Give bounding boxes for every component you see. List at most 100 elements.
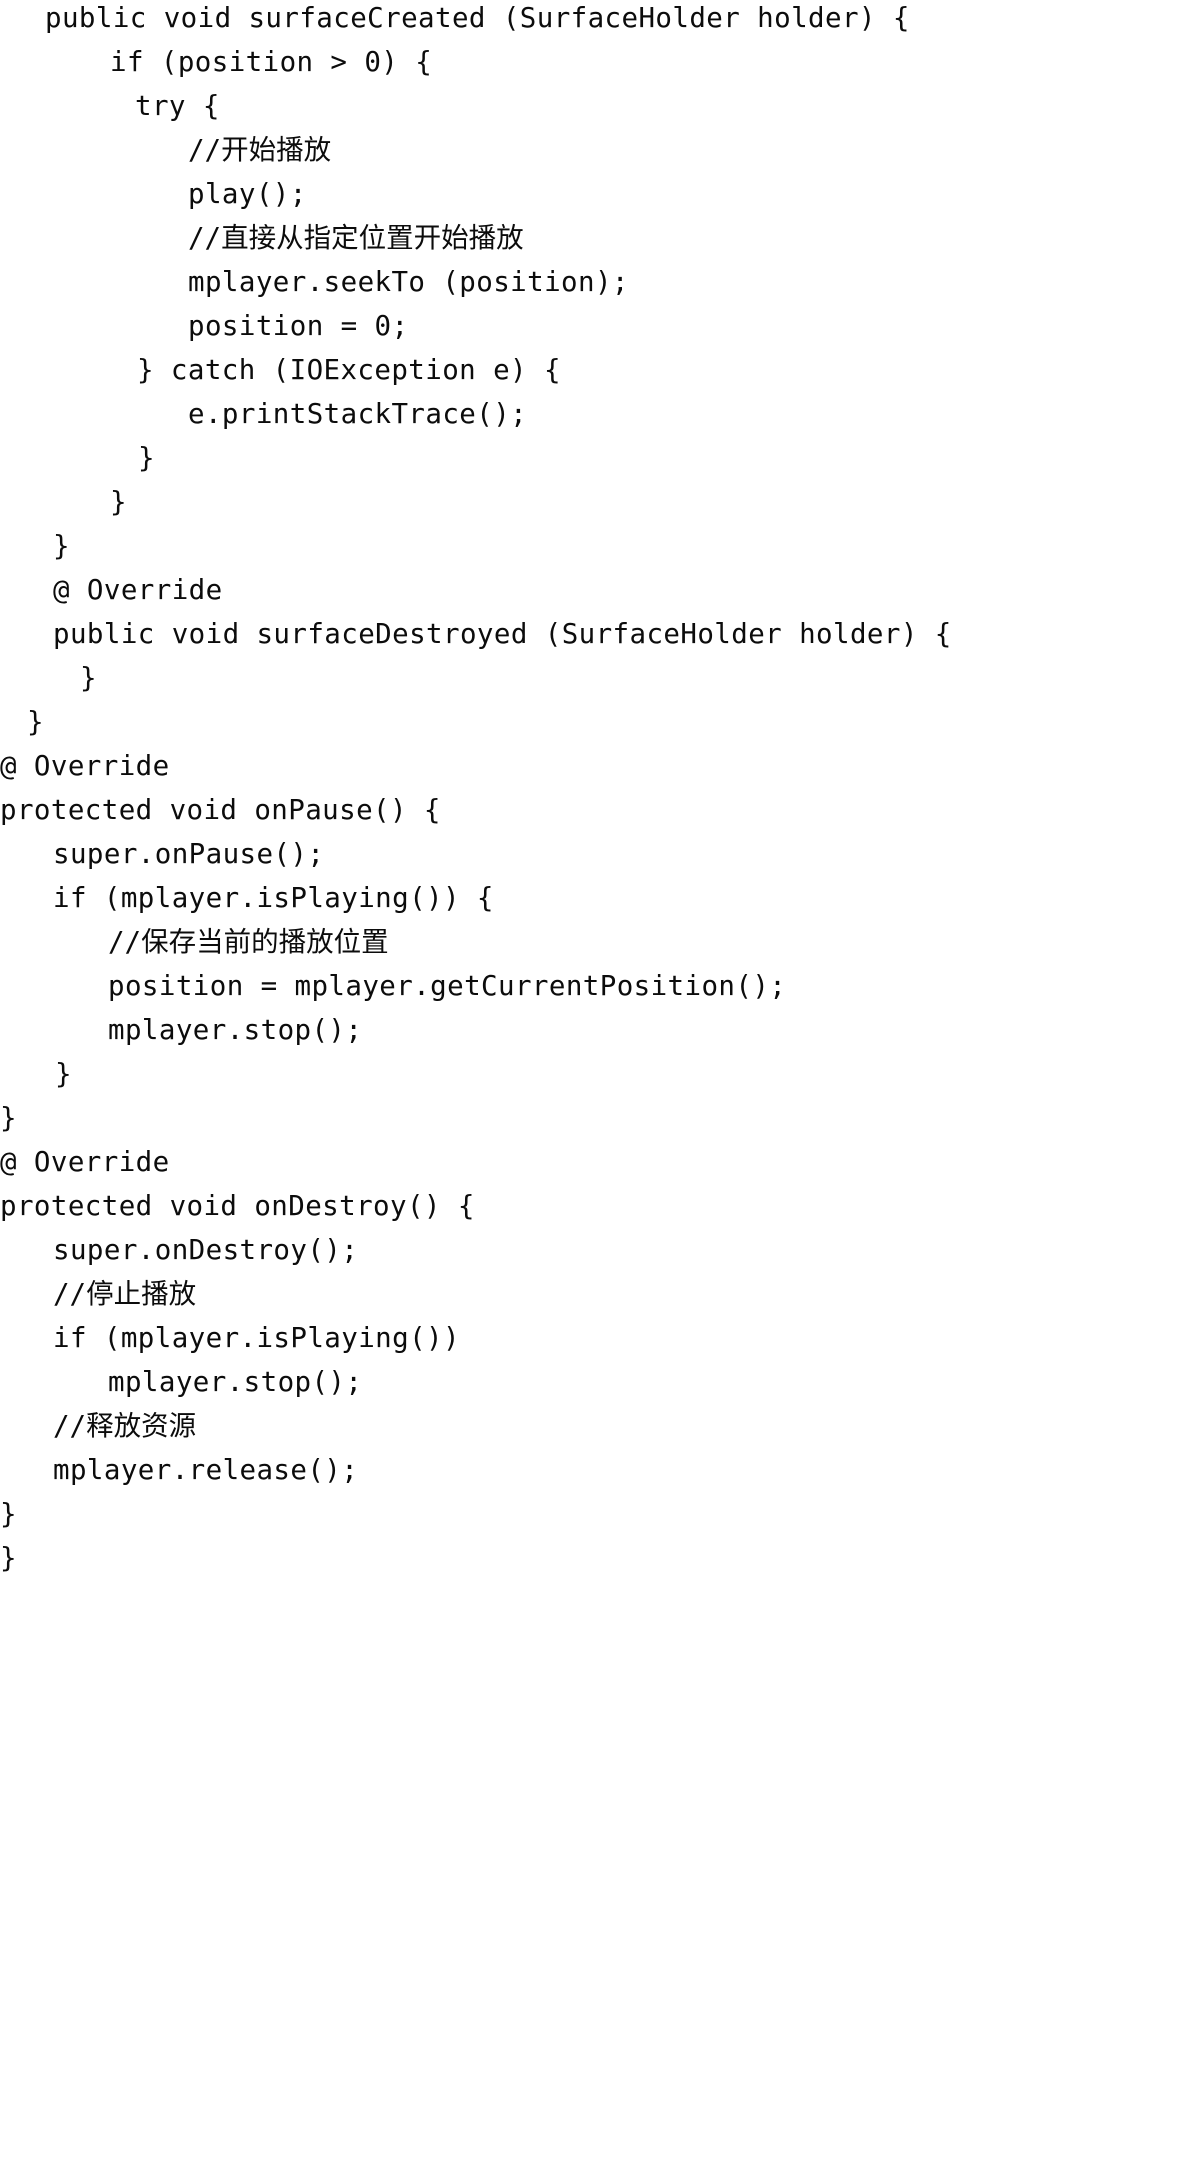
code-line: protected void onPause() { (0, 788, 1188, 832)
code-text: } (0, 1498, 17, 1530)
code-line: } (0, 700, 1188, 744)
code-text: @ Override (53, 574, 223, 606)
code-line: if (position > 0) { (0, 40, 1188, 84)
code-text: protected void onPause() { (0, 794, 441, 826)
code-text: super.onDestroy(); (53, 1234, 359, 1266)
code-text: mplayer.seekTo (position); (188, 266, 629, 298)
code-text: } (80, 662, 97, 694)
code-line: public void surfaceCreated (SurfaceHolde… (0, 0, 1188, 40)
code-text: protected void onDestroy() { (0, 1190, 475, 1222)
code-text: position = mplayer.getCurrentPosition(); (108, 970, 787, 1002)
code-text: } (110, 486, 127, 518)
code-line: @ Override (0, 1140, 1188, 1184)
code-text: if (mplayer.isPlaying()) { (53, 882, 494, 914)
code-line: protected void onDestroy() { (0, 1184, 1188, 1228)
code-line: //停止播放 (0, 1272, 1188, 1316)
code-text: try { (135, 90, 220, 122)
code-line: //释放资源 (0, 1404, 1188, 1448)
code-text: if (position > 0) { (110, 46, 433, 78)
code-text: //停止播放 (53, 1278, 197, 1310)
code-text: mplayer.stop(); (108, 1014, 363, 1046)
code-text: if (mplayer.isPlaying()) (53, 1322, 460, 1354)
code-text: } catch (IOException e) { (137, 354, 561, 386)
code-line: play(); (0, 172, 1188, 216)
code-line: @ Override (0, 744, 1188, 788)
code-line: public void surfaceDestroyed (SurfaceHol… (0, 612, 1188, 656)
code-text: //释放资源 (53, 1410, 197, 1442)
code-line: //保存当前的播放位置 (0, 920, 1188, 964)
code-line: if (mplayer.isPlaying()) { (0, 876, 1188, 920)
code-text: //开始播放 (188, 134, 332, 166)
code-line: mplayer.stop(); (0, 1360, 1188, 1404)
code-listing: public void surfaceCreated (SurfaceHolde… (0, 0, 1188, 2165)
code-text: //直接从指定位置开始播放 (188, 222, 524, 254)
code-line: } (0, 1096, 1188, 1140)
code-text: } (27, 706, 44, 738)
code-line: } (0, 1052, 1188, 1096)
code-line: try { (0, 84, 1188, 128)
code-text: play(); (188, 178, 307, 210)
code-line: if (mplayer.isPlaying()) (0, 1316, 1188, 1360)
code-text: } (0, 1102, 17, 1134)
code-text: mplayer.stop(); (108, 1366, 363, 1398)
code-text: } (53, 530, 70, 562)
code-text: position = 0; (188, 310, 409, 342)
code-line: super.onPause(); (0, 832, 1188, 876)
code-text: //保存当前的播放位置 (108, 926, 389, 958)
code-text: public void surfaceCreated (SurfaceHolde… (45, 2, 910, 34)
code-line: super.onDestroy(); (0, 1228, 1188, 1272)
code-line: } (0, 480, 1188, 524)
code-line: //直接从指定位置开始播放 (0, 216, 1188, 260)
code-line: @ Override (0, 568, 1188, 612)
code-line: //开始播放 (0, 128, 1188, 172)
code-line: mplayer.stop(); (0, 1008, 1188, 1052)
code-line: } (0, 1536, 1188, 1580)
code-line: position = 0; (0, 304, 1188, 348)
code-line: } (0, 656, 1188, 700)
code-line: e.printStackTrace(); (0, 392, 1188, 436)
code-text: mplayer.release(); (53, 1454, 359, 1486)
code-text: e.printStackTrace(); (188, 398, 528, 430)
code-line: position = mplayer.getCurrentPosition(); (0, 964, 1188, 1008)
code-text: public void surfaceDestroyed (SurfaceHol… (53, 618, 952, 650)
code-line: } (0, 1492, 1188, 1536)
code-text: } (0, 1542, 17, 1574)
code-line: } catch (IOException e) { (0, 348, 1188, 392)
code-text: } (55, 1058, 72, 1090)
code-text: @ Override (0, 750, 170, 782)
code-line: mplayer.seekTo (position); (0, 260, 1188, 304)
code-text: super.onPause(); (53, 838, 325, 870)
code-text: } (138, 442, 155, 474)
code-line: } (0, 524, 1188, 568)
code-text: @ Override (0, 1146, 170, 1178)
